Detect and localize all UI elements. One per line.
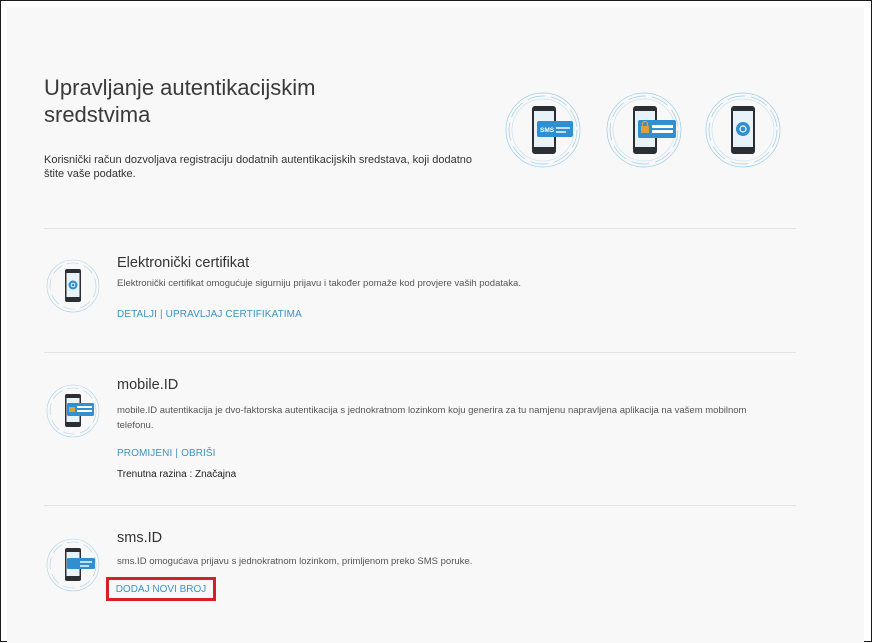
separator xyxy=(44,505,796,506)
sms-badge-label: SMS xyxy=(540,127,555,134)
link-separator: | xyxy=(159,309,163,320)
details-link[interactable]: DETALJI xyxy=(117,309,157,320)
change-link[interactable]: PROMIJENI xyxy=(117,448,172,459)
certificate-phone-icon xyxy=(46,259,100,313)
separator xyxy=(44,228,796,229)
manage-certificates-link[interactable]: UPRAVLJAJ CERTIFIKATIMA xyxy=(166,309,302,320)
delete-link[interactable]: OBRIŠI xyxy=(181,448,216,459)
page-title: Upravljanje autentikacijskim sredstvima xyxy=(44,75,316,127)
page-intro: Korisnički račun dozvoljava registraciju… xyxy=(44,154,473,180)
separator xyxy=(44,352,796,353)
add-number-highlight: DODAJ NOVI BROJ xyxy=(106,577,216,601)
add-new-number-link[interactable]: DODAJ NOVI BROJ xyxy=(116,584,207,595)
sms-id-title: sms.ID xyxy=(117,530,163,546)
sms-phone-icon: SMS xyxy=(505,92,581,168)
password-phone-icon xyxy=(606,92,682,168)
password-phone-icon xyxy=(46,384,100,438)
mobile-id-description: mobile.ID autentikacija je dvo-faktorska… xyxy=(117,405,747,431)
security-level-text: Trenutna razina : Značajna xyxy=(117,469,237,480)
sms-phone-icon xyxy=(46,538,100,592)
mobile-id-links: PROMIJENI | OBRIŠI xyxy=(117,448,216,459)
certificate-description: Elektronički certifikat omogućuje sigurn… xyxy=(117,278,521,289)
certificate-title: Elektronički certifikat xyxy=(117,255,250,271)
sms-id-description: sms.ID omogućava prijavu s jednokratnom … xyxy=(117,556,473,567)
certificate-links: DETALJI | UPRAVLJAJ CERTIFIKATIMA xyxy=(117,309,302,320)
link-separator: | xyxy=(175,448,179,459)
mobile-id-title: mobile.ID xyxy=(117,377,179,393)
certificate-phone-icon xyxy=(705,92,781,168)
